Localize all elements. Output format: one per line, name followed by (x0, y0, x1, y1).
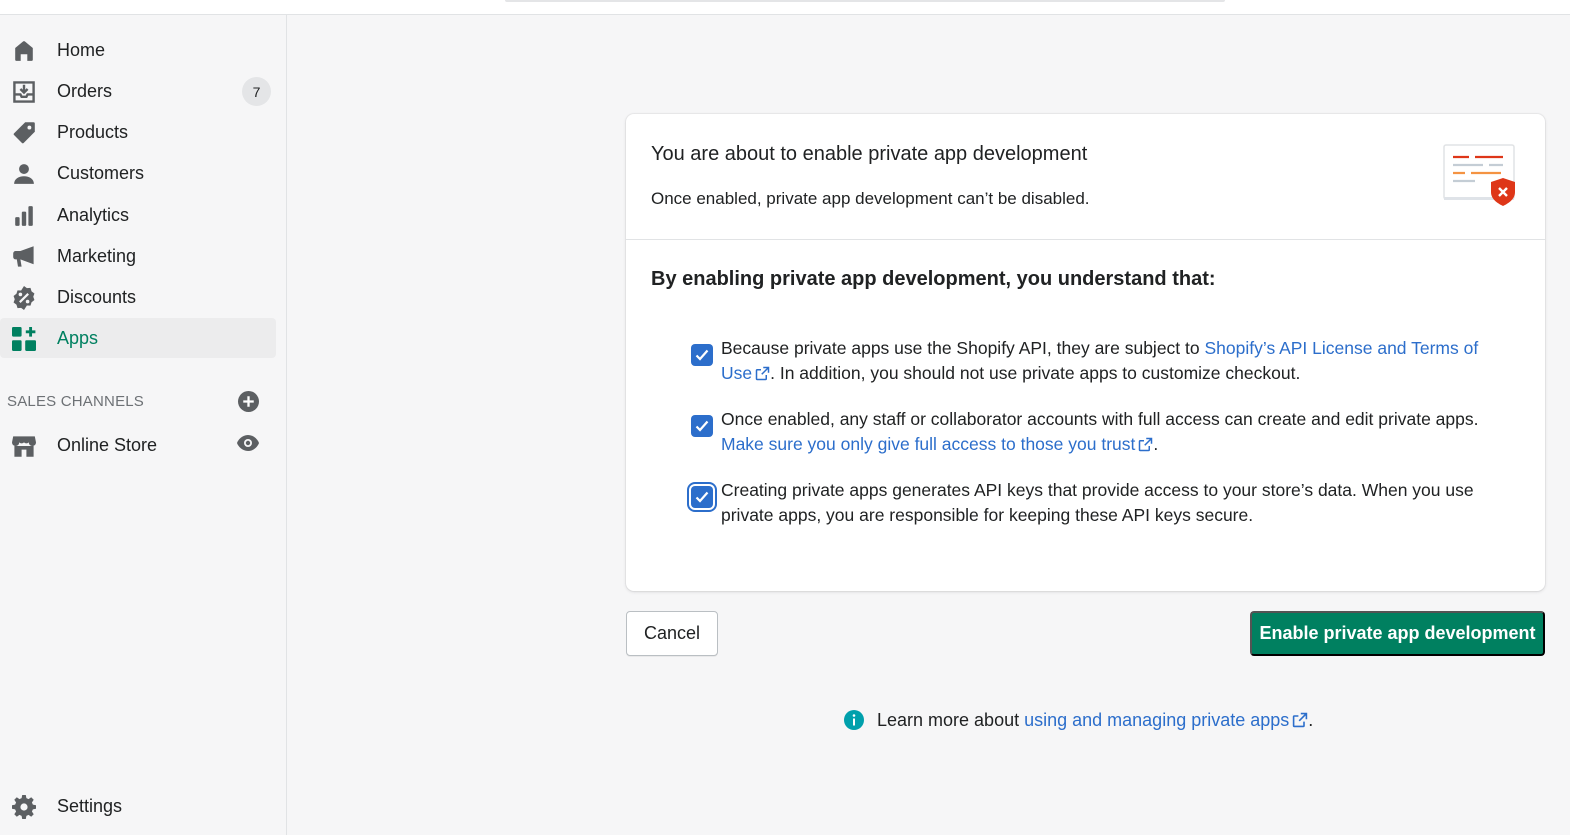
megaphone-icon (12, 245, 36, 269)
home-icon (12, 39, 36, 63)
add-sales-channel-icon[interactable] (238, 391, 259, 412)
sidebar-item-label: Customers (57, 162, 145, 183)
enable-private-apps-card: You are about to enable private app deve… (626, 114, 1545, 591)
tag-icon (12, 121, 36, 145)
external-link-icon (755, 366, 770, 381)
check-text-part: . In addition, you should not use privat… (770, 363, 1301, 383)
check-text-part: Creating private apps generates API keys… (721, 480, 1474, 525)
sidebar-item-label: Apps (57, 327, 99, 348)
sidebar: Home Orders 7 Products Customers Analyti… (0, 15, 287, 835)
sidebar-item-customers[interactable]: Customers (0, 153, 276, 193)
staff-access-checkbox[interactable] (691, 415, 713, 437)
orders-icon (12, 80, 36, 104)
learn-more-text: Learn more about (877, 709, 1020, 730)
check-text: Creating private apps generates API keys… (721, 478, 1481, 528)
check-text-part: Because private apps use the Shopify API… (721, 338, 1205, 358)
check-text: Once enabled, any staff or collaborator … (721, 407, 1481, 457)
sales-channels-heading: SALES CHANNELS (7, 393, 145, 410)
sidebar-item-label: Orders (57, 80, 113, 101)
card-title: You are about to enable private app deve… (651, 143, 1088, 165)
person-icon (12, 162, 36, 186)
check-text-part: Once enabled, any staff or collaborator … (721, 409, 1479, 429)
sidebar-item-orders[interactable]: Orders 7 (0, 71, 276, 111)
sidebar-item-products[interactable]: Products (0, 112, 276, 152)
full-access-link[interactable]: Make sure you only give full access to t… (721, 434, 1153, 454)
sidebar-item-label: Analytics (57, 204, 130, 225)
sidebar-item-label: Products (57, 121, 129, 142)
sidebar-item-apps[interactable]: Apps (0, 318, 276, 358)
private-apps-help-link[interactable]: using and managing private apps (1024, 710, 1308, 731)
document-shield-illustration (1441, 142, 1521, 212)
link-text: using and managing private apps (1024, 709, 1290, 730)
sidebar-item-marketing[interactable]: Marketing (0, 236, 276, 276)
enable-private-app-development-button[interactable]: Enable private app development (1250, 611, 1545, 656)
apps-icon (12, 327, 36, 351)
sidebar-item-label: Home (57, 39, 106, 60)
top-bar (0, 0, 1570, 15)
search-bar-edge[interactable] (505, 0, 1225, 2)
footer-period: . (1308, 709, 1314, 730)
card-subtitle: Once enabled, private app development ca… (651, 189, 1090, 208)
external-link-icon (1293, 712, 1308, 727)
check-text-part: . (1153, 434, 1159, 454)
gear-icon (12, 795, 36, 819)
sidebar-item-label: Online Store (57, 434, 158, 455)
api-keys-checkbox[interactable] (691, 486, 713, 508)
bar-chart-icon (12, 204, 36, 228)
card-header: You are about to enable private app deve… (626, 114, 1545, 240)
info-icon (844, 710, 864, 730)
sidebar-item-online-store[interactable]: Online Store (0, 425, 276, 465)
api-license-checkbox[interactable] (691, 344, 713, 366)
external-link-icon (1139, 437, 1153, 452)
sidebar-item-label: Marketing (57, 245, 137, 266)
sidebar-item-analytics[interactable]: Analytics (0, 195, 276, 235)
discount-icon (12, 286, 36, 310)
sidebar-item-home[interactable]: Home (0, 30, 276, 70)
sidebar-item-label: Settings (57, 795, 123, 816)
cancel-button[interactable]: Cancel (626, 611, 718, 656)
learn-more-note: Learn more about using and managing priv… (844, 707, 1313, 733)
link-text: Make sure you only give full access to t… (721, 434, 1136, 454)
view-store-eye-icon[interactable] (236, 434, 260, 452)
sidebar-item-settings[interactable]: Settings (0, 786, 276, 826)
sidebar-item-label: Discounts (57, 286, 137, 307)
sidebar-item-discounts[interactable]: Discounts (0, 277, 276, 317)
store-icon (12, 434, 36, 458)
understanding-heading: By enabling private app development, you… (651, 268, 1216, 290)
orders-count-badge: 7 (242, 77, 271, 106)
check-text: Because private apps use the Shopify API… (721, 336, 1481, 386)
